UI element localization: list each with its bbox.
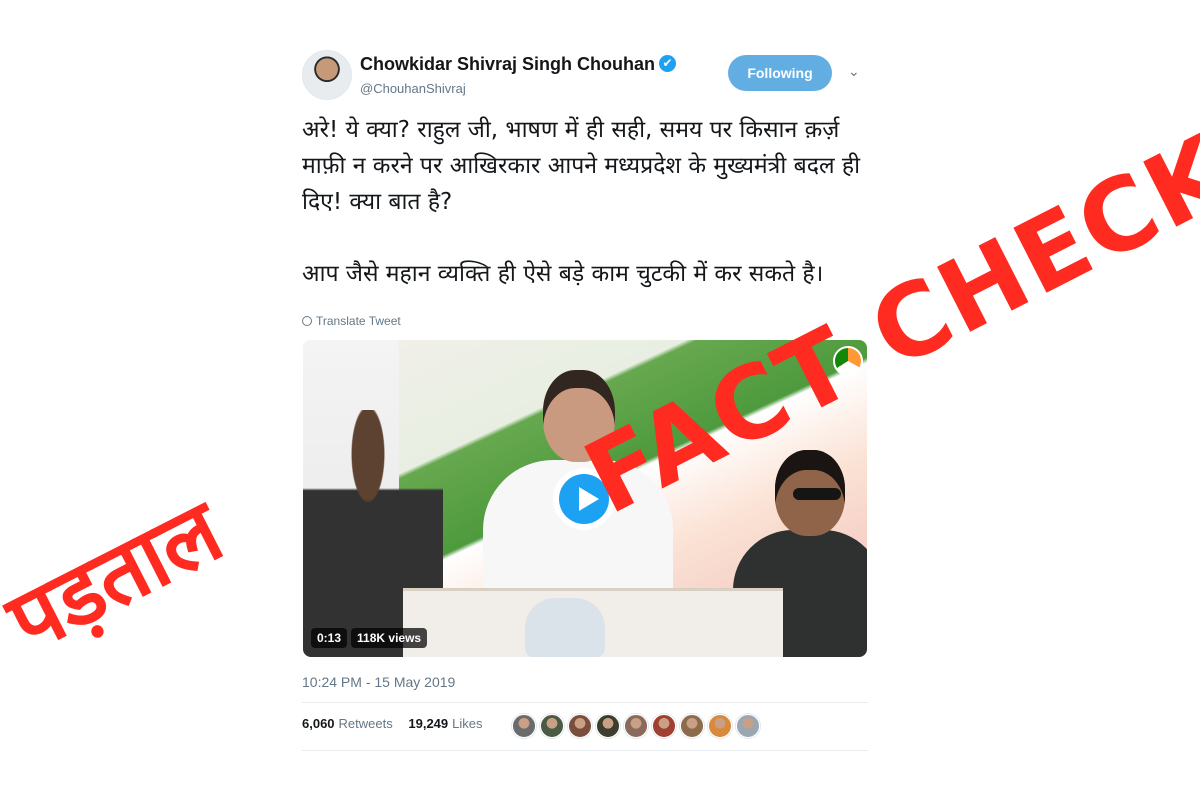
avatar[interactable]	[302, 50, 352, 100]
video-duration: 0:13	[311, 628, 348, 648]
tweet-paragraph: अरे! ये क्या? राहुल जी, भाषण में ही सही,…	[302, 117, 861, 215]
author-name-text: Chowkidar Shivraj Singh Chouhan	[360, 54, 656, 74]
tweet-text: अरे! ये क्या? राहुल जी, भाषण में ही सही,…	[302, 112, 862, 292]
following-button[interactable]: Following	[728, 55, 832, 91]
likes-count: 19,249	[408, 716, 449, 731]
author-handle[interactable]: @ChouhanShivraj	[360, 81, 466, 96]
divider	[302, 702, 868, 703]
retweets-count: 6,060	[302, 716, 335, 731]
engagement-stats: 6,060 Retweets 19,249 Likes	[302, 716, 483, 731]
liker-avatar[interactable]	[512, 714, 536, 738]
hand-symbol-icon	[525, 598, 605, 657]
liker-avatar[interactable]	[736, 714, 760, 738]
liker-avatar[interactable]	[540, 714, 564, 738]
fact-check-stamp-hindi: पड़ताल	[0, 481, 238, 673]
liker-avatar[interactable]	[568, 714, 592, 738]
video-badges: 0:13 118K views	[311, 628, 428, 648]
tweet-timestamp[interactable]: 10:24 PM - 15 May 2019	[302, 674, 455, 690]
video-guard-glasses	[793, 488, 841, 500]
retweets-stat[interactable]: 6,060 Retweets	[302, 716, 393, 731]
author-name[interactable]: Chowkidar Shivraj Singh Chouhan ✔	[360, 54, 677, 75]
divider	[302, 750, 868, 751]
liker-avatar[interactable]	[596, 714, 620, 738]
liker-avatar[interactable]	[708, 714, 732, 738]
translate-tweet-link[interactable]: Translate Tweet	[302, 314, 401, 328]
likes-stat[interactable]: 19,249 Likes	[408, 716, 482, 731]
liker-avatar[interactable]	[680, 714, 704, 738]
liker-avatar[interactable]	[624, 714, 648, 738]
video-views: 118K views	[351, 628, 428, 648]
tweet-paragraph: आप जैसे महान व्यक्ति ही ऐसे बड़े काम चुट…	[302, 261, 824, 287]
chevron-down-icon[interactable]: ⌄	[848, 64, 862, 78]
verified-badge-icon: ✔	[659, 54, 677, 72]
translate-label: Translate Tweet	[316, 314, 401, 328]
globe-icon	[302, 315, 312, 326]
retweets-label: Retweets	[338, 716, 393, 731]
likes-label: Likes	[452, 716, 483, 731]
liker-avatars	[512, 714, 760, 738]
liker-avatar[interactable]	[652, 714, 676, 738]
